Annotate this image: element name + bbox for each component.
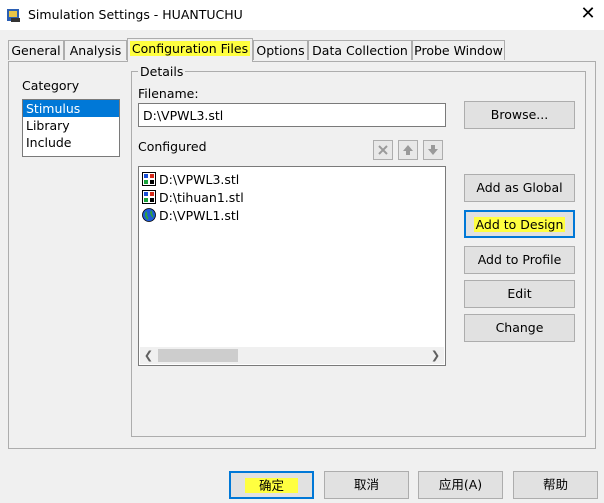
tab-analysis[interactable]: Analysis bbox=[64, 40, 127, 60]
app-icon bbox=[7, 9, 20, 22]
tab-probe-window[interactable]: Probe Window bbox=[412, 40, 505, 60]
category-label: Category bbox=[22, 78, 80, 93]
category-item-stimulus[interactable]: Stimulus bbox=[23, 100, 119, 117]
filename-label: Filename: bbox=[138, 86, 199, 101]
close-icon: ✕ bbox=[580, 3, 596, 24]
move-down-button[interactable] bbox=[423, 140, 443, 160]
file-local-icon bbox=[142, 190, 156, 204]
filename-input[interactable] bbox=[138, 103, 446, 127]
ok-button[interactable]: 确定 bbox=[229, 471, 314, 499]
category-list[interactable]: Stimulus Library Include bbox=[22, 99, 120, 157]
scroll-left-icon[interactable]: ❮ bbox=[140, 347, 157, 364]
cancel-button[interactable]: 取消 bbox=[324, 471, 409, 499]
scroll-right-icon[interactable]: ❯ bbox=[427, 347, 444, 364]
details-title: Details bbox=[138, 64, 186, 79]
file-local-icon bbox=[142, 172, 156, 186]
configured-item[interactable]: D:\tihuan1.stl bbox=[142, 189, 244, 206]
browse-button[interactable]: Browse... bbox=[464, 101, 575, 129]
add-to-profile-button[interactable]: Add to Profile bbox=[464, 246, 575, 274]
scroll-thumb[interactable] bbox=[158, 349, 238, 362]
tab-general[interactable]: General bbox=[8, 40, 64, 60]
add-to-design-button[interactable]: Add to Design bbox=[464, 210, 575, 238]
help-button[interactable]: 帮助 bbox=[513, 471, 598, 499]
configured-item[interactable]: D:\VPWL3.stl bbox=[142, 171, 239, 188]
edit-button[interactable]: Edit bbox=[464, 280, 575, 308]
delete-button[interactable] bbox=[373, 140, 393, 160]
title-bar: Simulation Settings - HUANTUCHU ✕ bbox=[0, 0, 604, 30]
globe-icon bbox=[142, 208, 156, 222]
tab-configuration-files[interactable]: Configuration Files bbox=[127, 38, 253, 62]
close-button[interactable]: ✕ bbox=[576, 3, 600, 25]
move-up-button[interactable] bbox=[398, 140, 418, 160]
apply-button[interactable]: 应用(A) bbox=[418, 471, 503, 499]
configured-label: Configured bbox=[138, 139, 207, 154]
change-button[interactable]: Change bbox=[464, 314, 575, 342]
category-item-include[interactable]: Include bbox=[23, 134, 119, 151]
tab-options[interactable]: Options bbox=[253, 40, 308, 60]
move-down-icon bbox=[428, 145, 438, 155]
delete-icon bbox=[378, 145, 388, 155]
horizontal-scrollbar[interactable]: ❮ ❯ bbox=[140, 347, 444, 364]
add-as-global-button[interactable]: Add as Global bbox=[464, 174, 575, 202]
configured-item[interactable]: D:\VPWL1.stl bbox=[142, 207, 239, 224]
tab-data-collection[interactable]: Data Collection bbox=[308, 40, 412, 60]
window-title: Simulation Settings - HUANTUCHU bbox=[28, 7, 243, 22]
configured-list[interactable]: D:\VPWL3.stl D:\tihuan1.stl D:\VPWL1.stl… bbox=[138, 166, 446, 366]
move-up-icon bbox=[403, 145, 413, 155]
category-item-library[interactable]: Library bbox=[23, 117, 119, 134]
